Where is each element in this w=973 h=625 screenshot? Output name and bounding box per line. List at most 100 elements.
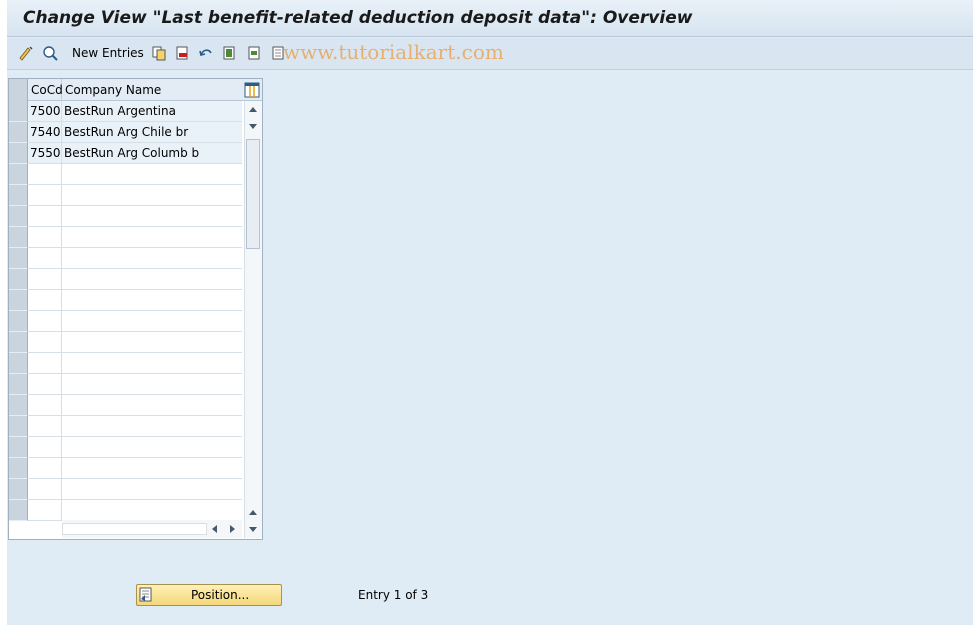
row-selector[interactable] — [9, 458, 28, 479]
row-selector[interactable] — [9, 500, 28, 521]
table-row[interactable] — [9, 290, 242, 311]
scroll-down-icon[interactable] — [249, 124, 257, 129]
table-row[interactable] — [9, 206, 242, 227]
row-selector[interactable] — [9, 143, 28, 164]
table-row[interactable] — [9, 395, 242, 416]
row-selector[interactable] — [9, 206, 28, 227]
cell-company-name[interactable] — [62, 248, 242, 269]
row-selector[interactable] — [9, 101, 28, 122]
cell-cocd[interactable] — [28, 290, 62, 311]
cell-company-name[interactable]: BestRun Arg Columb b — [62, 143, 242, 164]
cell-company-name[interactable]: BestRun Argentina — [62, 101, 242, 122]
scroll-left-icon[interactable] — [212, 525, 217, 533]
row-selector[interactable] — [9, 479, 28, 500]
cell-company-name[interactable] — [62, 395, 242, 416]
copy-icon[interactable] — [151, 45, 167, 61]
cell-company-name[interactable] — [62, 269, 242, 290]
new-entries-button[interactable]: New Entries — [72, 46, 144, 60]
cell-cocd[interactable]: 7550 — [28, 143, 62, 164]
undo-icon[interactable] — [198, 45, 214, 61]
table-settings-icon[interactable] — [244, 82, 260, 98]
scroll-thumb[interactable] — [246, 139, 260, 249]
scroll-up-icon[interactable] — [249, 107, 257, 112]
row-selector[interactable] — [9, 122, 28, 143]
cell-cocd[interactable] — [28, 395, 62, 416]
table-row[interactable] — [9, 458, 242, 479]
row-selector[interactable] — [9, 374, 28, 395]
select-all-rows-cell[interactable] — [9, 79, 28, 101]
cell-company-name[interactable] — [62, 458, 242, 479]
row-selector[interactable] — [9, 164, 28, 185]
cell-cocd[interactable] — [28, 479, 62, 500]
table-row[interactable]: 7540 BestRun Arg Chile br — [9, 122, 242, 143]
row-selector[interactable] — [9, 248, 28, 269]
cell-company-name[interactable] — [62, 227, 242, 248]
table-row[interactable] — [9, 227, 242, 248]
table-row[interactable] — [9, 437, 242, 458]
cell-cocd[interactable] — [28, 500, 62, 521]
cell-cocd[interactable] — [28, 332, 62, 353]
table-row[interactable]: 7550 BestRun Arg Columb b — [9, 143, 242, 164]
cell-company-name[interactable] — [62, 290, 242, 311]
table-row[interactable] — [9, 311, 242, 332]
cell-cocd[interactable] — [28, 206, 62, 227]
select-block-icon[interactable] — [247, 45, 263, 61]
cell-company-name[interactable] — [62, 479, 242, 500]
edit-icon[interactable] — [18, 45, 34, 61]
row-selector[interactable] — [9, 185, 28, 206]
cell-company-name[interactable] — [62, 311, 242, 332]
cell-cocd[interactable] — [28, 248, 62, 269]
cell-company-name[interactable] — [62, 437, 242, 458]
table-row[interactable] — [9, 500, 242, 521]
position-button[interactable]: Position... — [136, 584, 282, 606]
cell-company-name[interactable] — [62, 206, 242, 227]
cell-company-name[interactable] — [62, 500, 242, 521]
cell-company-name[interactable] — [62, 416, 242, 437]
cell-cocd[interactable] — [28, 416, 62, 437]
scroll-right-icon[interactable] — [230, 525, 235, 533]
row-selector[interactable] — [9, 353, 28, 374]
table-row[interactable]: 7500 BestRun Argentina — [9, 101, 242, 122]
cell-company-name[interactable]: BestRun Arg Chile br — [62, 122, 242, 143]
table-row[interactable] — [9, 248, 242, 269]
table-row[interactable] — [9, 353, 242, 374]
scroll-down-bottom-icon[interactable] — [249, 527, 257, 532]
table-row[interactable] — [9, 332, 242, 353]
row-selector[interactable] — [9, 395, 28, 416]
cell-cocd[interactable] — [28, 311, 62, 332]
horizontal-scrollbar[interactable] — [62, 520, 242, 538]
table-row[interactable] — [9, 164, 242, 185]
row-selector[interactable] — [9, 269, 28, 290]
delete-icon[interactable] — [174, 45, 190, 61]
row-selector[interactable] — [9, 311, 28, 332]
row-selector[interactable] — [9, 227, 28, 248]
table-row[interactable] — [9, 185, 242, 206]
vertical-scrollbar[interactable] — [244, 101, 262, 538]
row-selector[interactable] — [9, 332, 28, 353]
table-row[interactable] — [9, 479, 242, 500]
cell-company-name[interactable] — [62, 374, 242, 395]
cell-company-name[interactable] — [62, 332, 242, 353]
row-selector[interactable] — [9, 290, 28, 311]
cell-cocd[interactable] — [28, 437, 62, 458]
row-selector[interactable] — [9, 416, 28, 437]
cell-cocd[interactable] — [28, 164, 62, 185]
cell-cocd[interactable] — [28, 269, 62, 290]
table-row[interactable] — [9, 374, 242, 395]
cell-cocd[interactable] — [28, 227, 62, 248]
display-change-icon[interactable] — [42, 45, 58, 61]
cell-cocd[interactable] — [28, 458, 62, 479]
cell-cocd[interactable] — [28, 353, 62, 374]
cell-cocd[interactable] — [28, 374, 62, 395]
cell-company-name[interactable] — [62, 164, 242, 185]
horizontal-scroll-track[interactable] — [62, 523, 207, 535]
cell-cocd[interactable] — [28, 185, 62, 206]
cell-cocd[interactable]: 7540 — [28, 122, 62, 143]
table-row[interactable] — [9, 416, 242, 437]
table-row[interactable] — [9, 269, 242, 290]
column-header-cocd[interactable]: CoCd — [28, 79, 63, 101]
row-selector[interactable] — [9, 437, 28, 458]
cell-cocd[interactable]: 7500 — [28, 101, 62, 122]
cell-company-name[interactable] — [62, 353, 242, 374]
cell-company-name[interactable] — [62, 185, 242, 206]
